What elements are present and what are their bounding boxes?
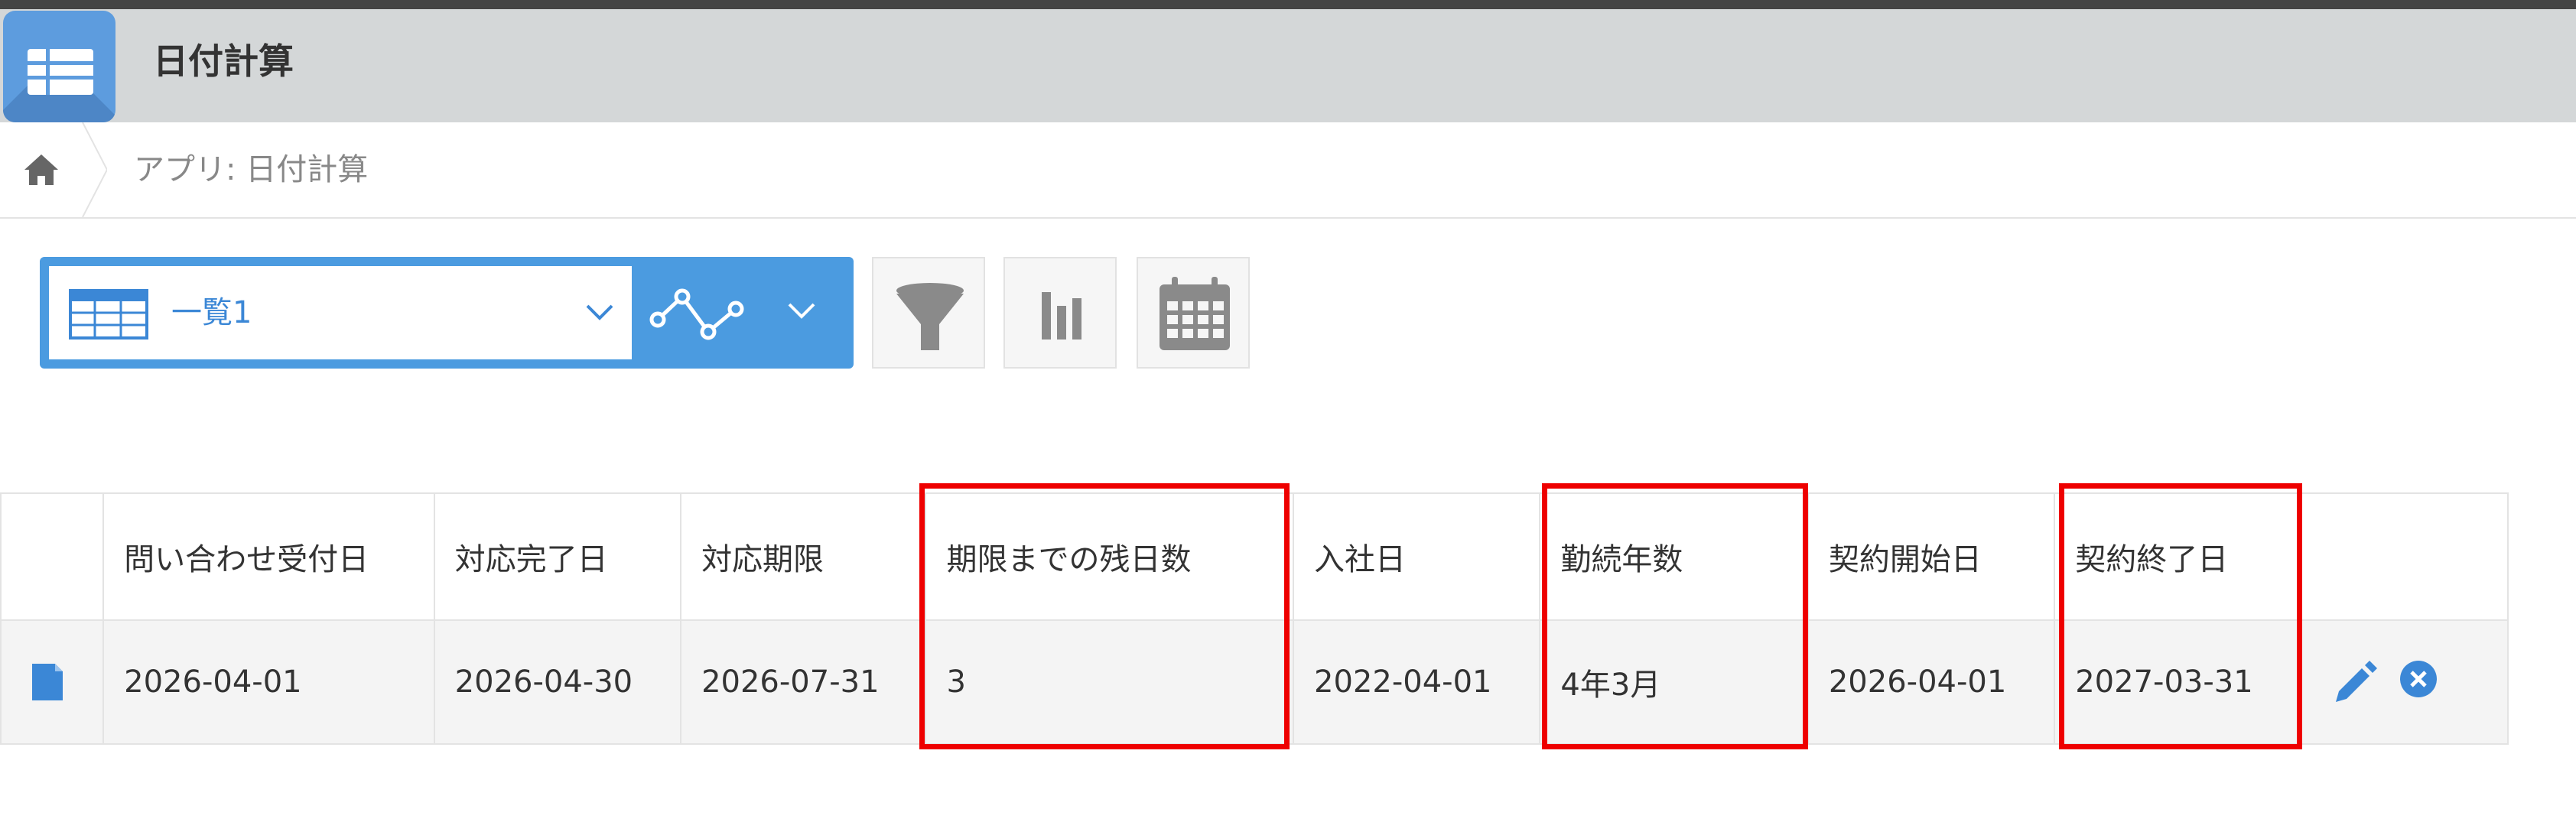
- app-title: 日付計算: [153, 41, 294, 82]
- view-select-dropdown[interactable]: 一覧1: [49, 266, 632, 359]
- calendar-button[interactable]: [1137, 257, 1250, 369]
- table-row: 2026-04-01 2026-04-30 2026-07-31 3 2022-…: [0, 619, 2509, 745]
- graph-view-button[interactable]: [644, 265, 751, 361]
- record-list-table: 問い合わせ受付日 対応完了日 対応期限 期限までの残日数 入社日 勤続年数 契約…: [0, 492, 2509, 745]
- chart-button[interactable]: [1003, 257, 1117, 369]
- column-header[interactable]: 期限までの残日数: [925, 492, 1295, 621]
- breadcrumb: アプリ: 日付計算: [0, 122, 2576, 219]
- table-cell: 3: [925, 619, 1295, 745]
- filter-button[interactable]: [872, 257, 985, 369]
- bar-chart-icon: [1042, 292, 1081, 340]
- table-view-icon: [69, 289, 148, 340]
- column-header[interactable]: 対応期限: [680, 492, 927, 621]
- column-header[interactable]: 対応完了日: [433, 492, 682, 621]
- column-header[interactable]: 勤続年数: [1539, 492, 1809, 621]
- view-selector-bar: 一覧1: [40, 257, 854, 369]
- home-button[interactable]: [0, 122, 107, 217]
- record-detail-icon[interactable]: [2, 621, 103, 736]
- graph-chevron-down-icon[interactable]: [786, 300, 817, 323]
- view-name-label: 一覧1: [171, 295, 252, 330]
- close-circle-icon[interactable]: [2399, 661, 2437, 697]
- table-cell: 2026-04-01: [1807, 619, 2056, 745]
- pencil-icon[interactable]: [2335, 661, 2377, 702]
- graph-icon: [649, 288, 744, 340]
- table-cell: 2026-07-31: [680, 619, 927, 745]
- list-app-icon[interactable]: [3, 11, 115, 122]
- table-cell: 4年3月: [1539, 619, 1809, 745]
- home-icon: [24, 154, 58, 185]
- column-header[interactable]: 契約開始日: [1807, 492, 2056, 621]
- header-blank-cell: [0, 492, 105, 621]
- chevron-down-icon: [586, 304, 613, 320]
- table-cell: 2026-04-30: [433, 619, 682, 745]
- filter-icon: [896, 283, 964, 350]
- app-header: [0, 9, 2576, 122]
- top-bar: [0, 0, 2576, 9]
- row-detail-cell[interactable]: [0, 619, 105, 745]
- column-header[interactable]: 入社日: [1293, 492, 1541, 621]
- table-cell: 2022-04-01: [1293, 619, 1541, 745]
- column-header[interactable]: 問い合わせ受付日: [102, 492, 435, 621]
- calendar-icon: [1160, 277, 1230, 350]
- breadcrumb-app-link[interactable]: アプリ: 日付計算: [134, 147, 368, 193]
- table-header-row: 問い合わせ受付日 対応完了日 対応期限 期限までの残日数 入社日 勤続年数 契約…: [0, 492, 2509, 621]
- header-actions-cell: [2300, 492, 2509, 621]
- table-cell: 2027-03-31: [2054, 619, 2302, 745]
- row-actions-cell: [2300, 619, 2509, 745]
- table-cell: 2026-04-01: [102, 619, 435, 745]
- column-header[interactable]: 契約終了日: [2054, 492, 2302, 621]
